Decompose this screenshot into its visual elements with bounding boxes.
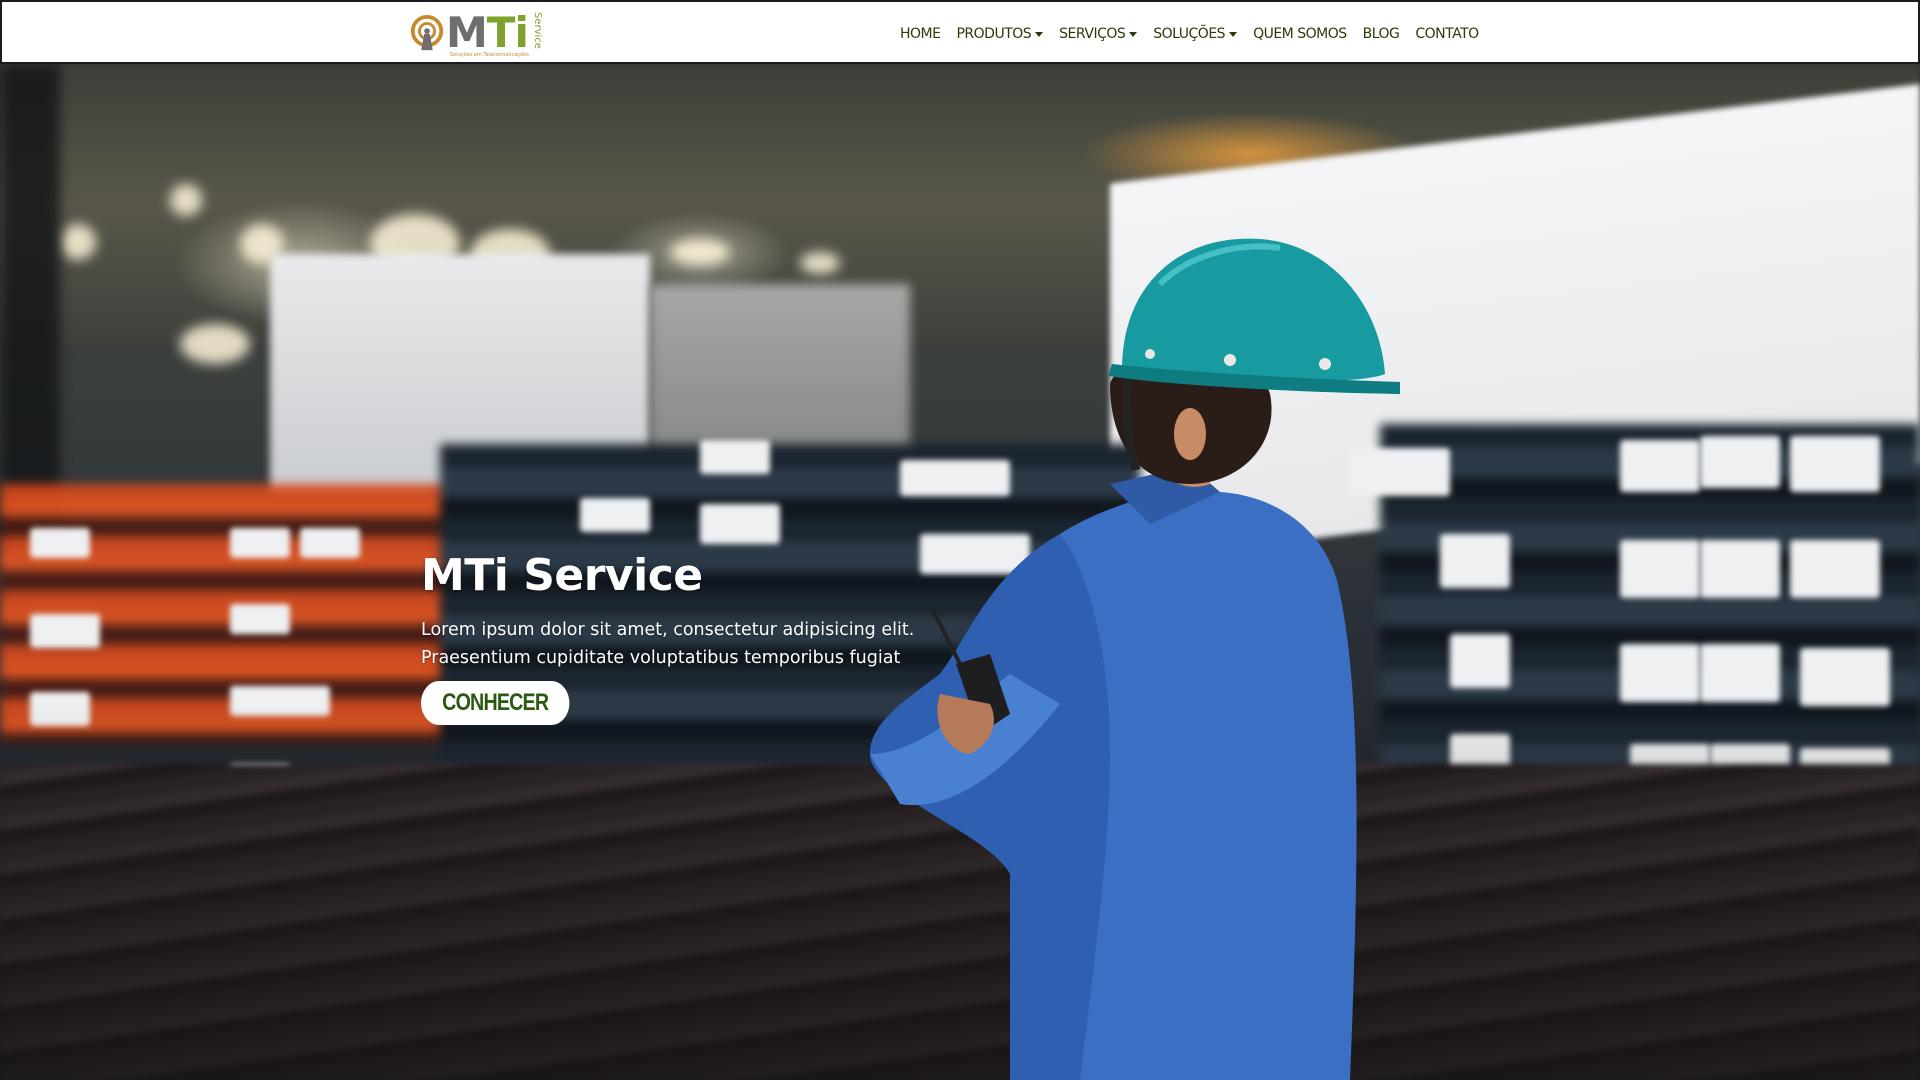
nav-item-home[interactable]: HOME [900,26,941,42]
nav-item-servicos[interactable]: SERVIÇOS [1059,26,1138,42]
hero-bg-tag [1620,644,1700,702]
main-nav: HOME PRODUTOS SERVIÇOS SOLUÇÕES QUEM SOM… [900,2,1495,66]
hero-bg-tag [1700,540,1780,598]
nav-item-label: SOLUÇÕES [1153,26,1226,42]
hero-bg-tag [580,498,650,532]
chevron-down-icon [1035,31,1044,37]
broadcast-tower-icon [410,14,444,51]
logo-tagline: Soluções em Telecomunicações [450,52,529,58]
hero-bg-light [670,239,730,265]
hero-bg-tag [30,614,100,648]
hero-bg-tag [230,528,290,558]
nav-item-label: QUEM SOMOS [1253,26,1347,42]
hero-bg-tag [300,528,360,558]
hero-bg-tag [1790,436,1880,492]
conhecer-button[interactable]: CONHECER [421,681,570,725]
top-navbar: MTi Service Soluções em Telecomunicações… [0,0,1920,64]
nav-item-label: HOME [900,26,941,42]
hero-bg-light [170,184,202,216]
hero-bg-tag [1700,436,1780,488]
nav-item-label: SERVIÇOS [1059,26,1126,42]
nav-item-produtos[interactable]: PRODUTOS [956,26,1044,42]
hero-bg-tag [1620,540,1700,598]
hero-bg-tag [700,440,770,474]
hero-bg-tag [230,604,290,634]
hero-description-line1: Lorem ipsum dolor sit amet, consectetur … [421,620,915,640]
hero-bg-tag [1790,540,1880,598]
logo-wordmark-m: M [446,8,488,57]
nav-item-label: BLOG [1362,26,1400,42]
nav-item-quem-somos[interactable]: QUEM SOMOS [1253,26,1347,42]
hero-bg-light [800,252,840,274]
logo-wordmark-ti: Ti [486,8,529,57]
hero-bg-tag [1620,440,1700,492]
hero-bg-light [60,224,96,260]
nav-item-solucoes[interactable]: SOLUÇÕES [1153,26,1238,42]
page: MTi Service Soluções em Telecomunicações… [0,0,1920,1080]
logo-wordmark: MTi [446,8,529,58]
nav-item-label: CONTATO [1415,26,1479,42]
hero-bg-tag [700,504,780,544]
hero-title: MTi Service [421,550,703,601]
logo-vertical-text: Service [532,12,543,49]
hero-description-line2: Praesentium cupiditate voluptatibus temp… [421,648,901,668]
chevron-down-icon [1129,31,1138,37]
chevron-down-icon [1229,31,1238,37]
hero-text-block: MTi Service Lorem ipsum dolor sit amet, … [421,548,941,672]
worker-figure [870,238,1400,1080]
hero-bg-tag [1700,644,1780,702]
hero-description: Lorem ipsum dolor sit amet, consectetur … [421,616,941,672]
nav-item-contato[interactable]: CONTATO [1415,26,1479,42]
hero-bg-light [180,324,250,364]
hero-bg-shadow [0,64,60,544]
hero-bg-tag [1800,648,1890,706]
site-logo[interactable]: MTi Service Soluções em Telecomunicações [406,8,546,60]
hero-banner [0,64,1920,1080]
hero-bg-tag [30,528,90,558]
nav-item-label: PRODUTOS [956,26,1032,42]
nav-item-blog[interactable]: BLOG [1363,26,1400,42]
